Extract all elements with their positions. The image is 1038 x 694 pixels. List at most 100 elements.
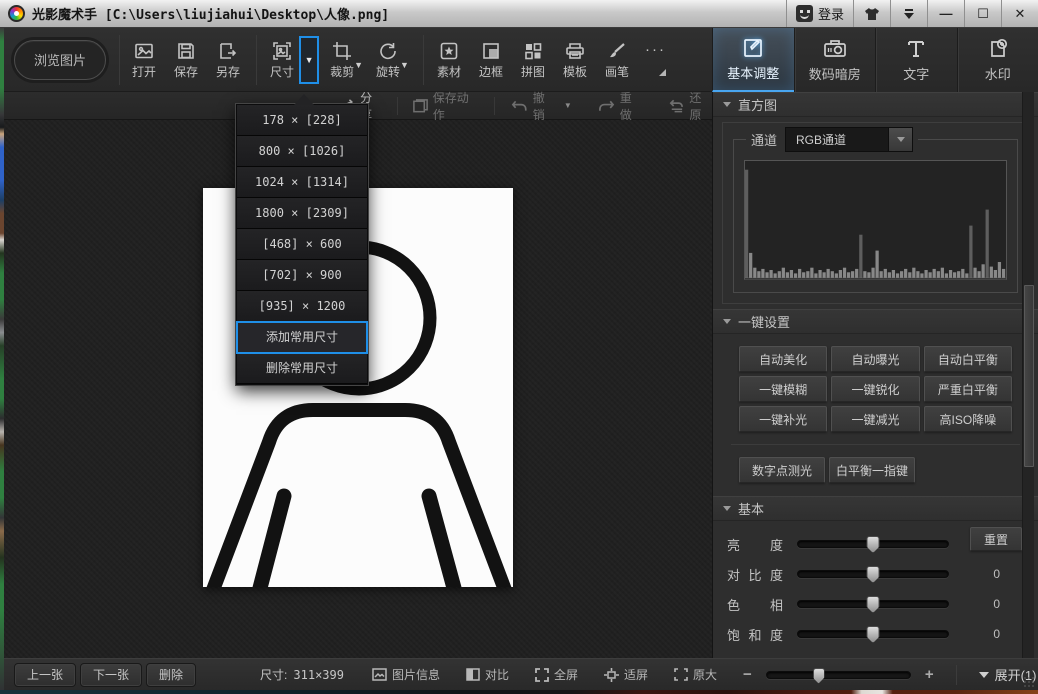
auto-exposure-button[interactable]: 自动曝光 (831, 346, 919, 372)
brush-button[interactable]: 画笔 (605, 39, 629, 80)
digital-spot-metering-button[interactable]: 数字点测光 (739, 457, 825, 483)
slider-thumb[interactable] (867, 536, 880, 553)
onekey-section-header[interactable]: 一键设置 (713, 309, 1038, 334)
template-button[interactable]: 模板 (563, 39, 587, 80)
size-menu-item[interactable]: 1800 × [2309] (237, 198, 367, 229)
delete-common-size-item[interactable]: 删除常用尺寸 (237, 353, 367, 384)
status-bar: 上一张 下一张 删除 尺寸: 311×399 图片信息 对比 全屏 适屏 原大 … (0, 658, 1038, 690)
fit-screen-icon (604, 668, 619, 682)
high-iso-denoise-button[interactable]: 高ISO降噪 (924, 406, 1012, 432)
histogram-section-box: 通道 RGB通道 (722, 122, 1029, 304)
app-logo-icon (8, 5, 25, 22)
zoom-in-button[interactable]: + (925, 666, 934, 683)
menu-pointer-arrow (294, 94, 314, 105)
undo-button[interactable]: 撤销 ▼ (511, 89, 572, 123)
save-as-button[interactable]: 另存 (216, 39, 240, 80)
restore-button[interactable]: 还原 (668, 89, 712, 123)
rotate-button[interactable]: 旋转 (376, 39, 400, 80)
size-menu-item[interactable]: 178 × [228] (237, 105, 367, 136)
basic-adjust-body: 重置 亮 度 0 对 比 度 0 色 相 0 饱 和 度 0 (713, 521, 1038, 649)
material-button[interactable]: 素材 (437, 39, 461, 80)
rotate-dropdown-arrow[interactable]: ▼ (400, 60, 409, 70)
size-menu-item[interactable]: [702] × 900 (237, 260, 367, 291)
crop-button[interactable]: 裁剪 (330, 39, 354, 80)
redo-button[interactable]: 重做 (598, 89, 643, 123)
resize-dropdown-toggle[interactable]: ▼ (299, 36, 319, 84)
basic-section-header[interactable]: 基本 (713, 496, 1038, 521)
saturation-row: 饱 和 度 0 (727, 619, 1024, 649)
brightness-slider[interactable] (797, 540, 949, 548)
background-edge-strip (0, 690, 1038, 694)
compare-button[interactable]: 对比 (466, 666, 509, 683)
collapse-triangle-icon (723, 319, 731, 324)
fullscreen-button[interactable]: 全屏 (535, 666, 578, 683)
onekey-buttons: 自动美化 自动曝光 自动白平衡 一键模糊 一键锐化 严重白平衡 一键补光 一键减… (713, 334, 1038, 432)
saturation-slider[interactable] (797, 630, 949, 638)
brightness-label: 亮 度 (727, 535, 783, 554)
original-size-icon (674, 668, 688, 681)
slider-thumb[interactable] (867, 626, 880, 643)
login-button[interactable]: 登录 (786, 0, 853, 27)
zoom-slider[interactable] (766, 671, 911, 679)
previous-image-button[interactable]: 上一张 (14, 663, 76, 687)
minimize-button[interactable]: — (927, 0, 964, 27)
hue-row: 色 相 0 (727, 589, 1024, 619)
tab-basic-adjust[interactable]: 基本调整 (712, 28, 794, 92)
size-menu-item[interactable]: 800 × [1026] (237, 136, 367, 167)
image-info-button[interactable]: 图片信息 (372, 666, 440, 683)
onekey-dim-light-button[interactable]: 一键减光 (831, 406, 919, 432)
slider-thumb[interactable] (867, 566, 880, 583)
more-tools-button[interactable]: ··· (645, 43, 666, 76)
white-balance-one-touch-button[interactable]: 白平衡一指键 (829, 457, 915, 483)
maximize-button[interactable]: ☐ (964, 0, 1001, 27)
tab-digital-darkroom[interactable]: 数码暗房 (794, 28, 876, 92)
save-button[interactable]: 保存 (174, 39, 198, 80)
contrast-slider[interactable] (797, 570, 949, 578)
channel-dropdown-button[interactable] (888, 128, 912, 151)
severe-white-balance-button[interactable]: 严重白平衡 (924, 376, 1012, 402)
auto-beautify-button[interactable]: 自动美化 (739, 346, 827, 372)
histogram-plot (744, 160, 1007, 280)
onekey-fill-light-button[interactable]: 一键补光 (739, 406, 827, 432)
slider-thumb[interactable] (867, 596, 880, 613)
onekey-sharpen-button[interactable]: 一键锐化 (831, 376, 919, 402)
reset-button[interactable]: 重置 (970, 527, 1022, 551)
fit-screen-button[interactable]: 适屏 (604, 666, 648, 683)
resize-grip[interactable] (1023, 676, 1035, 688)
skin-button[interactable] (853, 0, 890, 27)
onekey-blur-button[interactable]: 一键模糊 (739, 376, 827, 402)
crop-dropdown-arrow[interactable]: ▼ (354, 60, 363, 70)
shirt-icon (864, 7, 880, 21)
panel-scrollbar-thumb[interactable] (1024, 285, 1034, 467)
zoom-slider-thumb[interactable] (813, 668, 825, 684)
collage-button[interactable]: 拼图 (521, 39, 545, 80)
add-common-size-item[interactable]: 添加常用尺寸 (237, 322, 367, 353)
hue-slider[interactable] (797, 600, 949, 608)
chevron-down-icon (903, 9, 915, 19)
size-menu-item[interactable]: [935] × 1200 (237, 291, 367, 322)
toolbar-separator (423, 35, 424, 85)
toolbar-separator (119, 35, 120, 85)
channel-select[interactable]: RGB通道 (785, 127, 913, 152)
size-menu-item[interactable]: 1024 × [1314] (237, 167, 367, 198)
tab-text[interactable]: 文字 (875, 28, 957, 92)
browse-images-button[interactable]: 浏览图片 (14, 40, 106, 80)
tab-watermark[interactable]: 水印 (957, 28, 1038, 92)
panel-scrollbar[interactable] (1022, 92, 1034, 658)
collapse-window-button[interactable] (890, 0, 927, 27)
histogram-section-header[interactable]: 直方图 (713, 92, 1038, 117)
delete-image-button[interactable]: 删除 (146, 663, 196, 687)
undo-dropdown-arrow[interactable]: ▼ (564, 101, 572, 110)
open-button[interactable]: 打开 (132, 39, 156, 80)
close-button[interactable]: ✕ (1001, 0, 1038, 27)
size-menu-item[interactable]: [468] × 600 (237, 229, 367, 260)
next-image-button[interactable]: 下一张 (80, 663, 142, 687)
resize-button[interactable]: 尺寸 (270, 39, 294, 80)
save-action-button[interactable]: 保存动作 (412, 89, 478, 123)
auto-white-balance-button[interactable]: 自动白平衡 (924, 346, 1012, 372)
zoom-out-button[interactable]: − (743, 666, 752, 683)
original-size-button[interactable]: 原大 (674, 666, 717, 683)
chevron-down-icon (897, 137, 905, 142)
size-dropdown-menu: 178 × [228] 800 × [1026] 1024 × [1314] 1… (236, 104, 368, 385)
frame-button[interactable]: 边框 (479, 39, 503, 80)
